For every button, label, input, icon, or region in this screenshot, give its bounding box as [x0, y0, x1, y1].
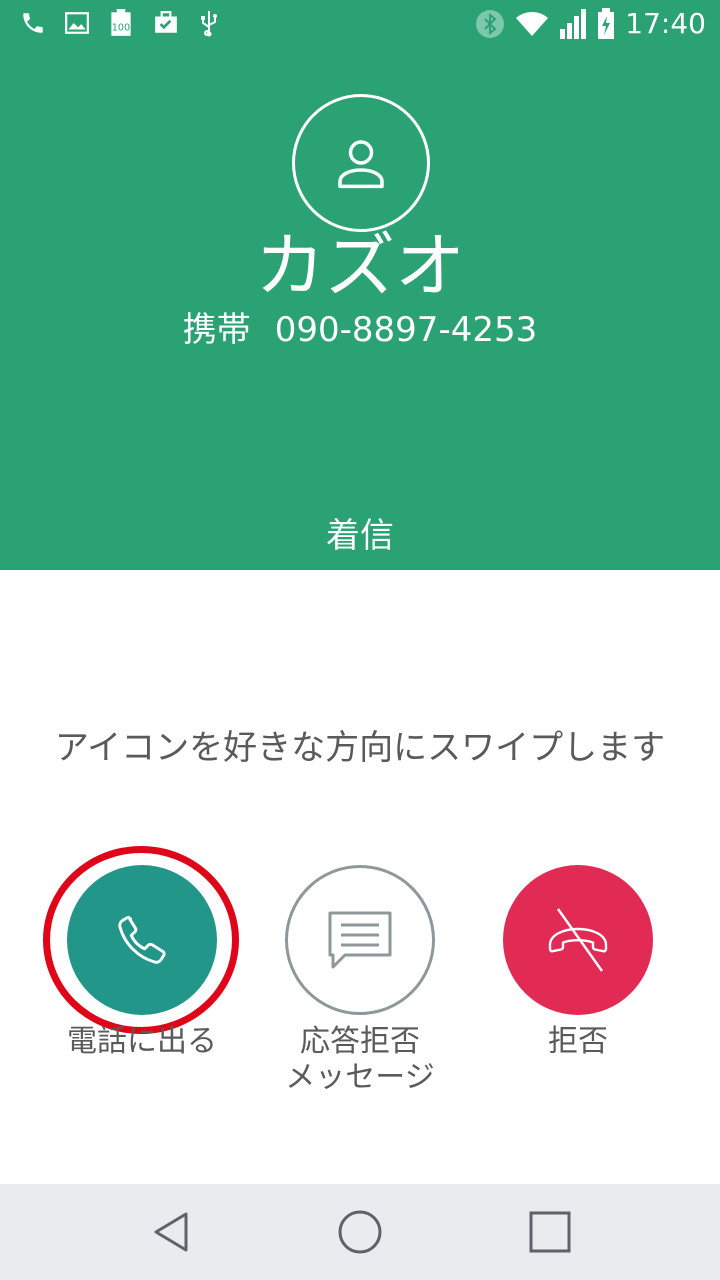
- status-time: 17:40: [625, 7, 706, 40]
- reject-message-label-line2: メッセージ: [285, 1060, 435, 1095]
- briefcase-check-icon: [155, 11, 177, 33]
- caller-number-row: 携帯 090-8897-4253: [0, 306, 720, 354]
- message-icon: [328, 911, 392, 969]
- phone-icon: [118, 915, 166, 964]
- status-bar: 100 17:40: [0, 0, 720, 50]
- reject-message-button[interactable]: [285, 865, 435, 1015]
- person-icon: [338, 140, 384, 189]
- home-button[interactable]: [336, 1208, 384, 1256]
- decline-label: 拒否: [548, 1024, 608, 1059]
- caller-header: 100 17:40 カズオ 携帯 090-8897-4253 着信: [0, 0, 720, 570]
- recent-apps-button[interactable]: [526, 1208, 574, 1256]
- decline-button[interactable]: [503, 865, 653, 1015]
- back-triangle-icon: [154, 1212, 188, 1252]
- answer-button[interactable]: [67, 865, 217, 1015]
- caller-name: カズオ: [255, 225, 465, 307]
- bluetooth-icon: [476, 10, 505, 38]
- back-button[interactable]: [148, 1208, 196, 1256]
- image-icon: [65, 12, 89, 34]
- home-circle-icon: [338, 1210, 382, 1254]
- caller-number: 090-8897-4253: [274, 310, 538, 350]
- usb-icon: [201, 11, 217, 37]
- wifi-icon: [516, 12, 549, 36]
- svg-text:100: 100: [112, 23, 130, 34]
- signal-icon: [560, 9, 587, 39]
- battery-charging-icon: [598, 8, 615, 39]
- phone-icon: [23, 13, 43, 33]
- contact-avatar: [292, 94, 430, 232]
- navigation-bar: [0, 1184, 720, 1280]
- number-type: 携帯: [182, 310, 251, 350]
- hang-up-icon: [548, 908, 608, 972]
- call-state: 着信: [326, 516, 394, 556]
- battery-100-icon: 100: [111, 9, 131, 36]
- recent-square-icon: [529, 1211, 571, 1253]
- swipe-instruction: アイコンを好きな方向にスワイプします: [54, 728, 666, 768]
